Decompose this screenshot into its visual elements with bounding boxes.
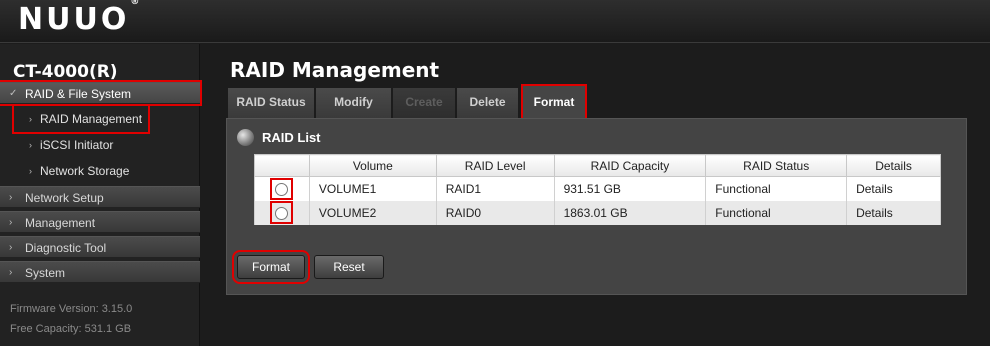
raid-list-table: Volume RAID Level RAID Capacity RAID Sta…	[254, 154, 941, 225]
volume-cell: VOLUME2	[308, 200, 437, 225]
column-header: Volume	[308, 154, 437, 177]
collapsed-chevron-icon: ›	[9, 192, 13, 203]
bullet-arrow-icon: ›	[29, 114, 32, 124]
details-link[interactable]: Details	[846, 176, 941, 201]
sidebar-item-label: RAID & File System	[25, 87, 132, 101]
bullet-arrow-icon: ›	[29, 140, 32, 150]
sidebar-item-label: Network Setup	[25, 191, 104, 205]
sidebar-subitem-iscsi-initiator[interactable]: › iSCSI Initiator	[0, 132, 200, 158]
column-header: RAID Level	[435, 154, 555, 177]
sidebar-item-management[interactable]: › Management	[0, 211, 200, 233]
tab-create: Create	[393, 88, 455, 118]
sidebar-item-label: System	[25, 266, 66, 280]
raid-level-cell: RAID0	[435, 200, 555, 225]
select-cell	[254, 200, 310, 225]
column-header: RAID Status	[705, 154, 848, 177]
sidebar-item-raid-file-system[interactable]: ✓ RAID & File System	[0, 80, 202, 106]
collapsed-chevron-icon: ›	[9, 242, 13, 253]
table-row: VOLUME1 RAID1 931.51 GB Functional Detai…	[254, 176, 941, 201]
format-button[interactable]: Format	[232, 250, 310, 284]
sidebar-subitem-label: RAID Management	[40, 112, 143, 126]
sidebar-subitem-network-storage[interactable]: › Network Storage	[0, 158, 200, 184]
tab-raid-status[interactable]: RAID Status	[228, 88, 314, 118]
details-link[interactable]: Details	[846, 200, 941, 225]
sidebar-subitem-label: Network Storage	[40, 164, 130, 178]
raid-level-cell: RAID1	[435, 176, 555, 201]
column-header: Details	[846, 154, 941, 177]
device-name: CT-4000(R)	[13, 62, 118, 82]
sidebar-item-diagnostic-tool[interactable]: › Diagnostic Tool	[0, 236, 200, 258]
select-column-header	[254, 154, 310, 177]
collapsed-chevron-icon: ›	[9, 267, 13, 278]
column-header: RAID Capacity	[553, 154, 707, 177]
sidebar-item-network-setup[interactable]: › Network Setup	[0, 186, 200, 208]
raid-capacity-cell: 1863.01 GB	[553, 200, 707, 225]
sidebar-item-label: Management	[25, 216, 96, 230]
sidebar-item-label: Diagnostic Tool	[25, 241, 107, 255]
sidebar: CT-4000(R) ✓ RAID & File System › RAID M…	[0, 44, 202, 346]
raid-capacity-cell: 931.51 GB	[553, 176, 707, 201]
nuuo-logo: NUUO®	[18, 0, 140, 37]
sidebar-subitem-raid-management[interactable]: › RAID Management	[12, 104, 150, 134]
volume1-radio[interactable]	[275, 182, 289, 196]
table-row: VOLUME2 RAID0 1863.01 GB Functional Deta…	[254, 200, 941, 225]
collapsed-chevron-icon: ›	[9, 217, 13, 228]
app-root: NUUO® CT-4000(R) ✓ RAID & File System › …	[0, 0, 990, 346]
sidebar-subitem-label: iSCSI Initiator	[40, 138, 114, 152]
globe-icon	[237, 129, 254, 146]
tab-format[interactable]: Format	[521, 84, 587, 120]
raid-status-cell: Functional	[705, 176, 848, 201]
tab-delete[interactable]: Delete	[457, 88, 518, 118]
panel-title: RAID List	[262, 130, 321, 145]
free-capacity: Free Capacity: 531.1 GB	[10, 323, 132, 335]
volume-cell: VOLUME1	[308, 176, 437, 201]
raid-status-cell: Functional	[705, 200, 848, 225]
expanded-chevron-icon: ✓	[9, 88, 18, 99]
page-title: RAID Management	[230, 58, 440, 82]
registered-mark: ®	[130, 0, 140, 7]
top-header: NUUO®	[0, 0, 990, 43]
tab-modify[interactable]: Modify	[316, 88, 391, 118]
table-header-row: Volume RAID Level RAID Capacity RAID Sta…	[254, 154, 941, 177]
radio-wrapper	[270, 177, 294, 200]
select-cell	[254, 176, 310, 201]
volume2-radio[interactable]	[275, 206, 289, 220]
radio-wrapper	[270, 201, 294, 224]
reset-button[interactable]: Reset	[314, 255, 384, 279]
firmware-version: Firmware Version: 3.15.0	[10, 303, 133, 315]
logo-text: NUUO	[18, 2, 130, 37]
sidebar-item-system[interactable]: › System	[0, 261, 200, 283]
raid-list-panel: RAID List Volume RAID Level RAID Capacit…	[226, 118, 967, 295]
bullet-arrow-icon: ›	[29, 166, 32, 176]
